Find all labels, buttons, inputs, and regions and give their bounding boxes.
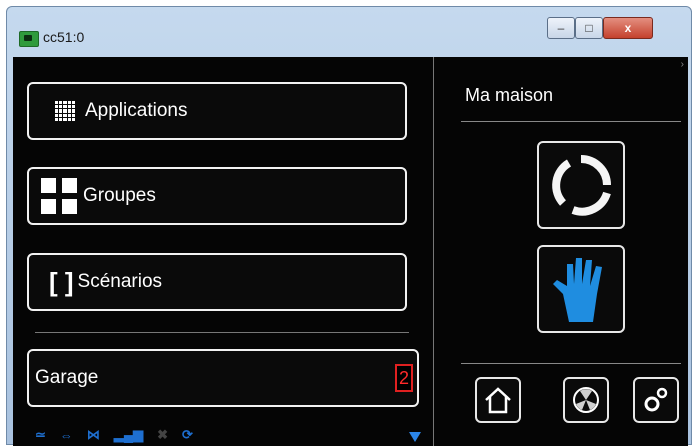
- bluetooth-icon: ⋈: [86, 427, 100, 442]
- right-divider-top: [461, 121, 681, 122]
- hand-icon: [553, 258, 602, 322]
- gears-icon: [644, 387, 668, 412]
- maximize-button[interactable]: □: [575, 17, 603, 39]
- groups-icon: [41, 178, 77, 214]
- garage-label: Garage: [35, 367, 99, 388]
- panel-divider: [433, 57, 434, 446]
- applications-button[interactable]: Applications: [27, 82, 407, 140]
- corner-chevron-icon: ›: [680, 59, 684, 70]
- garage-button[interactable]: Garage 2: [27, 349, 419, 407]
- link-icon: ⇔: [59, 427, 73, 443]
- settings-button[interactable]: [633, 377, 679, 423]
- title-bar[interactable]: cc51:0 – □ x: [7, 7, 691, 57]
- manual-mode-button[interactable]: [537, 245, 625, 333]
- status-bar: ≃ ⇔ ⋈ ▂▄▆ ✖ ⟳: [13, 424, 433, 446]
- scenarios-label: Scénarios: [77, 271, 163, 292]
- device-screen: › Applications Groupes [ ] Scénarios Gar…: [13, 57, 688, 446]
- fan-button[interactable]: [563, 377, 609, 423]
- dropdown-arrow-icon[interactable]: [409, 432, 421, 442]
- scenarios-button[interactable]: [ ] Scénarios: [27, 253, 407, 311]
- window-title: cc51:0: [43, 29, 85, 45]
- signal-icon: ▂▄▆: [113, 427, 144, 442]
- applications-grid-icon: [55, 101, 75, 121]
- groups-button[interactable]: Groupes: [27, 167, 407, 225]
- applications-label: Applications: [85, 100, 188, 121]
- wifi-icon: ✖: [157, 427, 169, 442]
- app-icon: [19, 31, 39, 47]
- home-title: Ma maison: [465, 85, 554, 105]
- minimize-button[interactable]: –: [547, 17, 575, 39]
- home-button[interactable]: [475, 377, 521, 423]
- refresh-button[interactable]: [537, 141, 625, 229]
- close-button[interactable]: x: [603, 17, 653, 39]
- house-icon: [485, 387, 511, 414]
- right-divider-bottom: [461, 363, 681, 364]
- refresh-icon: [552, 155, 611, 216]
- left-divider: [35, 332, 409, 333]
- brackets-icon: [ ]: [49, 266, 74, 297]
- network-icon: ≃: [35, 427, 46, 442]
- groups-label: Groupes: [83, 185, 156, 206]
- sync-icon: ⟳: [182, 427, 193, 442]
- fan-icon: [573, 387, 599, 413]
- app-window: cc51:0 – □ x › Applications Groupes [ ] …: [6, 6, 692, 446]
- garage-count-badge: 2: [394, 364, 413, 392]
